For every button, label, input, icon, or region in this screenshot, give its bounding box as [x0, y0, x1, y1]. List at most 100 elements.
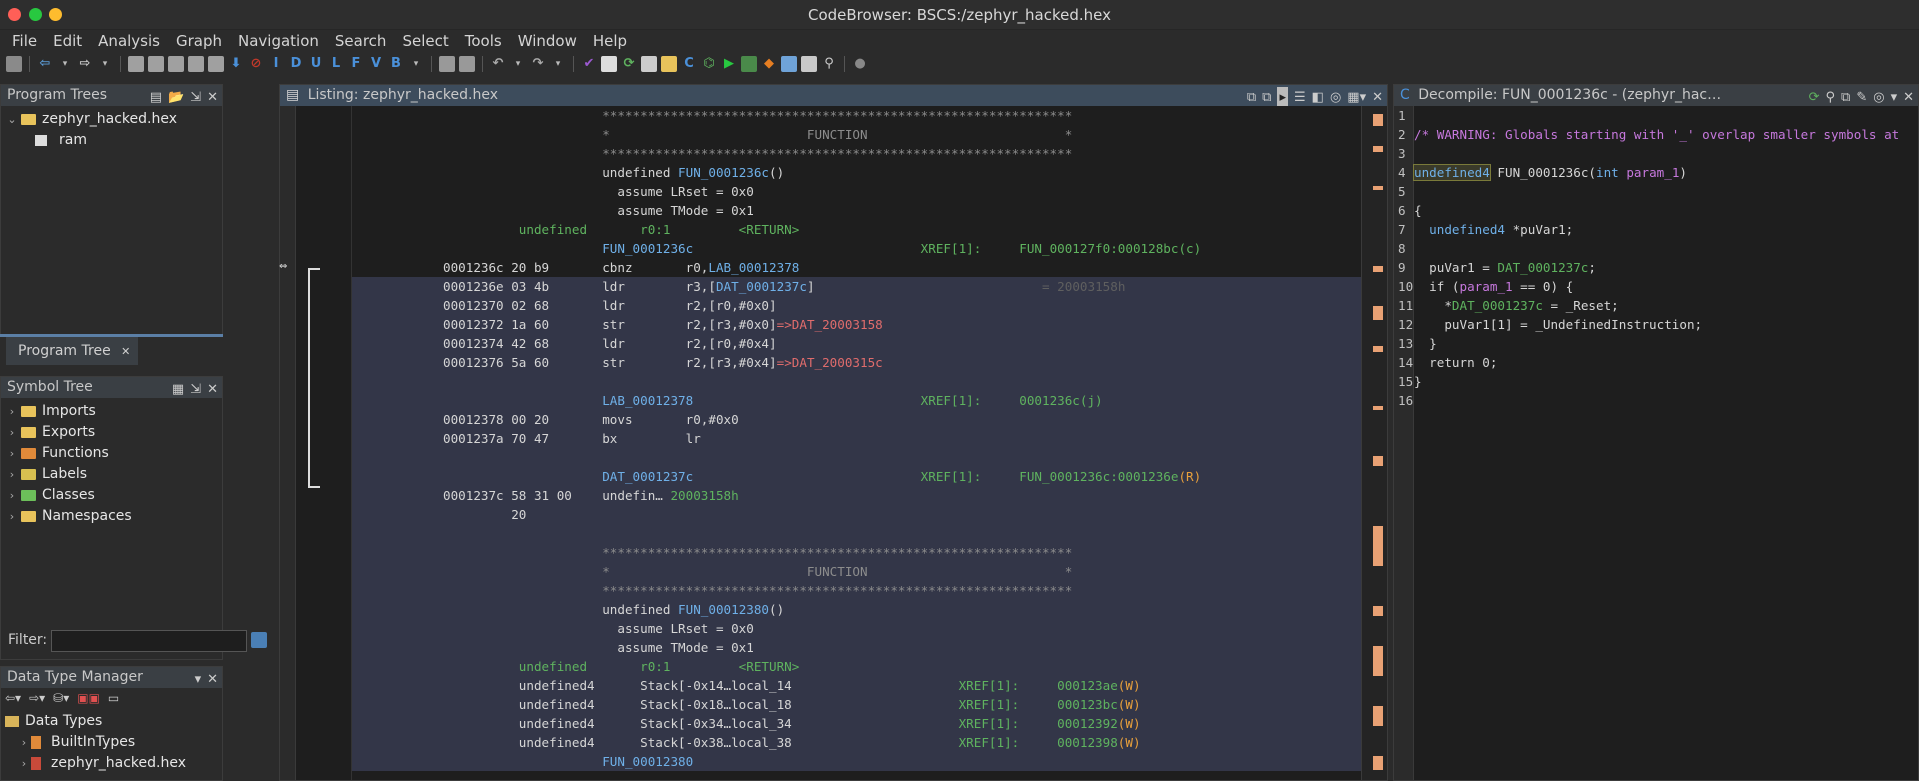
- archive-icon[interactable]: ⛁▾: [53, 691, 69, 705]
- close-icon[interactable]: ✕: [1903, 87, 1914, 108]
- expand-icon[interactable]: ›: [17, 732, 31, 753]
- toolbar-letter-i[interactable]: I: [268, 56, 284, 72]
- listing-line[interactable]: 20: [352, 505, 1361, 524]
- listing-line[interactable]: * FUNCTION *: [352, 562, 1361, 581]
- symbol-node-labels[interactable]: › Labels: [5, 464, 132, 485]
- tree-icon[interactable]: ⚲: [821, 56, 837, 72]
- menu-help[interactable]: Help: [585, 32, 635, 50]
- close-tab-icon[interactable]: ✕: [121, 345, 130, 358]
- paste-icon[interactable]: [459, 56, 475, 72]
- menu-tools[interactable]: Tools: [457, 32, 510, 50]
- next-label-icon[interactable]: [188, 56, 204, 72]
- decompile-line[interactable]: 13 }: [1394, 334, 1918, 353]
- listing-line[interactable]: undefined r0:1 <RETURN>: [352, 220, 1361, 239]
- toolbar-letter-v[interactable]: V: [368, 56, 384, 72]
- tab-program-tree[interactable]: Program Tree ✕: [6, 337, 139, 365]
- listing-line[interactable]: [352, 524, 1361, 543]
- bytes-icon[interactable]: [601, 56, 617, 72]
- listing-line[interactable]: 00012376 5a 60 str r2,[r3,#0x4]=>DAT_200…: [352, 353, 1361, 372]
- listing-line[interactable]: DAT_0001237c XREF[1]: FUN_0001236c:00012…: [352, 467, 1361, 486]
- menu-dropdown-icon[interactable]: ▾: [1891, 87, 1898, 108]
- decompile-line[interactable]: 6{: [1394, 201, 1918, 220]
- export-icon[interactable]: ⇲: [190, 87, 201, 108]
- listing-line[interactable]: assume LRset = 0x0: [352, 182, 1361, 201]
- next-instruction-icon[interactable]: [128, 56, 144, 72]
- listing-line[interactable]: FUN_00012380: [352, 752, 1361, 771]
- menu-select[interactable]: Select: [394, 32, 456, 50]
- letters-dropdown-icon[interactable]: ▾: [408, 56, 424, 72]
- symbol-node-imports[interactable]: › Imports: [5, 401, 132, 422]
- menu-analysis[interactable]: Analysis: [90, 32, 168, 50]
- back-arrow-icon[interactable]: ⇦: [37, 56, 53, 72]
- memory-map-icon[interactable]: [641, 56, 657, 72]
- help-icon[interactable]: ●: [852, 56, 868, 72]
- symbol-node-classes[interactable]: › Classes: [5, 485, 132, 506]
- resize-handle-icon[interactable]: ⇔: [279, 261, 287, 272]
- menu-edit[interactable]: Edit: [45, 32, 90, 50]
- listing-line[interactable]: ****************************************…: [352, 581, 1361, 600]
- redo-icon[interactable]: ↷: [530, 56, 546, 72]
- decompile-line[interactable]: 11 *DAT_0001237c = _Reset;: [1394, 296, 1918, 315]
- toolbar-letter-f[interactable]: F: [348, 56, 364, 72]
- listing-view[interactable]: ****************************************…: [280, 106, 1387, 780]
- toolbar-letter-u[interactable]: U: [308, 56, 324, 72]
- listing-line[interactable]: undefined4 Stack[-0x14…local_14 XREF[1]:…: [352, 676, 1361, 695]
- filter-input[interactable]: [51, 630, 247, 652]
- tree-child-node[interactable]: ram: [5, 130, 177, 151]
- expand-icon[interactable]: ›: [5, 464, 19, 485]
- listing-line[interactable]: assume TMode = 0x1: [352, 638, 1361, 657]
- expand-icon[interactable]: ›: [5, 443, 19, 464]
- table-icon[interactable]: [781, 56, 797, 72]
- close-icon[interactable]: ✕: [207, 669, 218, 690]
- decompile-line[interactable]: 7 undefined4 *puVar1;: [1394, 220, 1918, 239]
- function-graph-icon[interactable]: ⌬: [701, 56, 717, 72]
- dtm-node-data-types[interactable]: Data Types: [5, 711, 186, 732]
- navigate-down-icon[interactable]: ⬇: [228, 56, 244, 72]
- listing-line[interactable]: undefined4 Stack[-0x38…local_38 XREF[1]:…: [352, 733, 1361, 752]
- listing-line[interactable]: assume TMode = 0x1: [352, 201, 1361, 220]
- copy-icon[interactable]: ⧉: [1841, 87, 1850, 108]
- decompile-line[interactable]: 5: [1394, 182, 1918, 201]
- run-icon[interactable]: ▶: [721, 56, 737, 72]
- undo-dropdown-icon[interactable]: ▾: [510, 56, 526, 72]
- listing-line[interactable]: * FUNCTION *: [352, 125, 1361, 144]
- symbol-node-functions[interactable]: › Functions: [5, 443, 132, 464]
- tree-icon[interactable]: ⚲: [1825, 87, 1835, 108]
- collapse-icon[interactable]: ⌄: [5, 109, 19, 130]
- listing-line[interactable]: undefined FUN_00012380(): [352, 600, 1361, 619]
- copy-icon[interactable]: [439, 56, 455, 72]
- expand-icon[interactable]: ›: [5, 485, 19, 506]
- diamond-icon[interactable]: ◆: [761, 56, 777, 72]
- decompile-line[interactable]: 10 if (param_1 == 0) {: [1394, 277, 1918, 296]
- close-icon[interactable]: ✕: [207, 379, 218, 400]
- toolbar-letter-d[interactable]: D: [288, 56, 304, 72]
- decompile-line[interactable]: 1: [1394, 106, 1918, 125]
- menu-dropdown-icon[interactable]: ▾: [195, 669, 202, 690]
- copy-icon[interactable]: ⧉: [1247, 87, 1256, 108]
- decompile-line[interactable]: 9 puVar1 = DAT_0001237c;: [1394, 258, 1918, 277]
- undo-icon[interactable]: ↶: [490, 56, 506, 72]
- listing-line[interactable]: 00012374 42 68 ldr r2,[r0,#0x4]: [352, 334, 1361, 353]
- listing-line[interactable]: [352, 448, 1361, 467]
- listing-line[interactable]: 0001237a 70 47 bx lr: [352, 429, 1361, 448]
- listing-line[interactable]: ****************************************…: [352, 144, 1361, 163]
- toolbar-letter-l[interactable]: L: [328, 56, 344, 72]
- diff-icon[interactable]: ◧: [1312, 87, 1324, 108]
- listing-line[interactable]: undefined4 Stack[-0x34…local_34 XREF[1]:…: [352, 714, 1361, 733]
- decompile-line[interactable]: 2 /* WARNING: Globals starting with '_' o…: [1394, 125, 1918, 144]
- decompile-line[interactable]: 3: [1394, 144, 1918, 163]
- forward-arrow-icon[interactable]: ⇨▾: [29, 691, 45, 705]
- symbol-node-exports[interactable]: › Exports: [5, 422, 132, 443]
- edit-icon[interactable]: ✎: [1856, 87, 1867, 108]
- new-tree-icon[interactable]: ▤: [150, 87, 162, 108]
- close-icon[interactable]: ✕: [207, 87, 218, 108]
- listing-line[interactable]: undefined r0:1 <RETURN>: [352, 657, 1361, 676]
- decompile-c-icon[interactable]: C: [681, 56, 697, 72]
- expand-icon[interactable]: ›: [5, 506, 19, 527]
- decompile-line[interactable]: 16: [1394, 391, 1918, 410]
- listing-line[interactable]: [352, 372, 1361, 391]
- decompile-line[interactable]: 12 puVar1[1] = _UndefinedInstruction;: [1394, 315, 1918, 334]
- listing-line[interactable]: LAB_00012378 XREF[1]: 0001236c(j): [352, 391, 1361, 410]
- listing-line[interactable]: undefined4 Stack[-0x18…local_18 XREF[1]:…: [352, 695, 1361, 714]
- listing-line[interactable]: ****************************************…: [352, 106, 1361, 125]
